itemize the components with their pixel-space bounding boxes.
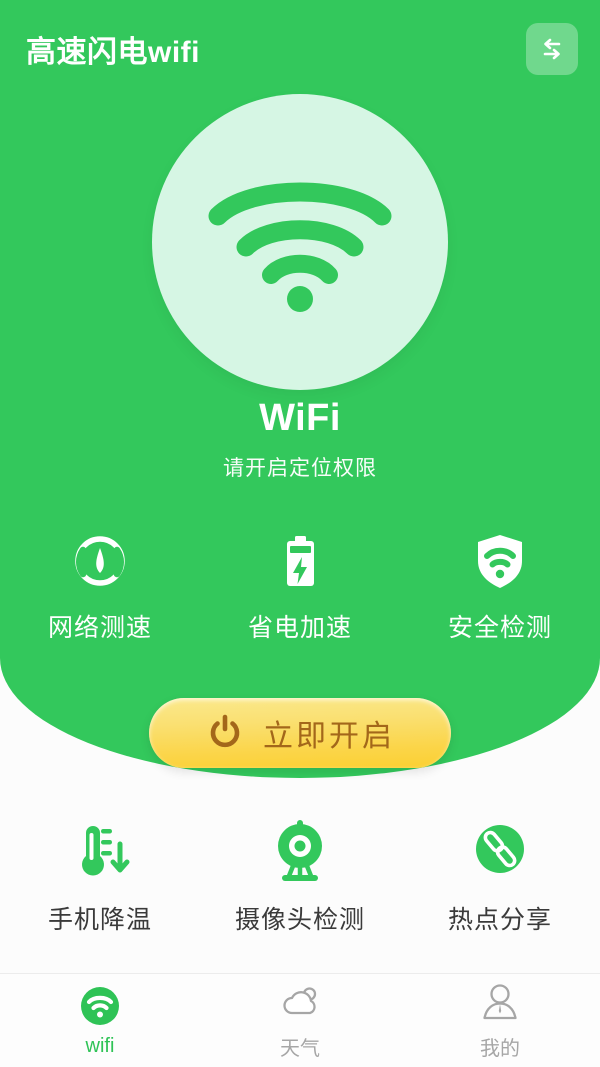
shield-wifi-icon [478,535,522,588]
wifi-status-disc-container [0,94,600,390]
person-icon [483,984,517,1020]
swap-arrows-icon [543,38,561,60]
feature-power-saving[interactable]: 省电加速 [200,528,400,644]
battery-bolt-icon [287,536,314,586]
swap-arrows-button[interactable] [526,23,578,75]
cloud-sun-icon [283,987,317,1015]
tab-profile[interactable]: 我的 [400,980,600,1061]
wifi-status-title: WiFi [259,397,341,439]
tab-label-profile: 我的 [480,1038,520,1060]
link-share-icon [476,825,524,873]
power-icon [210,714,240,748]
tab-wifi[interactable]: wifi [0,983,200,1058]
feature-label: 网络测速 [47,614,152,642]
feature-label: 热点分享 [447,906,552,934]
speedometer-icon [75,536,125,586]
feature-security-check[interactable]: 安全检测 [400,528,600,644]
feature-network-speed-test[interactable]: 网络测速 [0,528,200,644]
tab-label-weather: 天气 [280,1038,320,1060]
wifi-status-subtitle: 请开启定位权限 [223,456,377,480]
feature-label: 安全检测 [447,614,552,642]
tab-weather[interactable]: 天气 [200,980,400,1061]
wifi-signal-icon [208,182,392,312]
app-root: 高速闪电wifi WiFi 请开启定位权限 网络测速 省电加速 安全检测 立即开… [0,0,600,1067]
hero-panel: 高速闪电wifi WiFi 请开启定位权限 网络测速 省电加速 安全检测 [0,0,600,778]
wifi-status-disc[interactable] [152,94,448,390]
enable-now-label: 立即开启 [263,720,395,753]
feature-camera-detection[interactable]: 摄像头检测 [200,818,400,936]
page-title: 高速闪电wifi [26,36,200,69]
wifi-tab-icon [81,987,119,1025]
feature-label: 省电加速 [247,614,352,642]
webcam-icon [278,820,322,881]
wifi-status-block: WiFi 请开启定位权限 [0,397,600,482]
feature-label: 手机降温 [47,906,152,934]
tab-label-wifi: wifi [85,1035,115,1057]
thermometer-down-icon [82,826,130,876]
feature-label: 摄像头检测 [234,906,365,934]
feature-hotspot-share[interactable]: 热点分享 [400,818,600,936]
enable-now-button[interactable]: 立即开启 [149,698,451,768]
bottom-tab-bar: wifi 天气 我的 [0,973,600,1067]
feature-phone-cooling[interactable]: 手机降温 [0,818,200,936]
app-header: 高速闪电wifi [0,0,600,98]
feature-row-secondary: 手机降温 摄像头检测 热点分享 [0,818,600,936]
feature-row-primary: 网络测速 省电加速 安全检测 [0,528,600,644]
